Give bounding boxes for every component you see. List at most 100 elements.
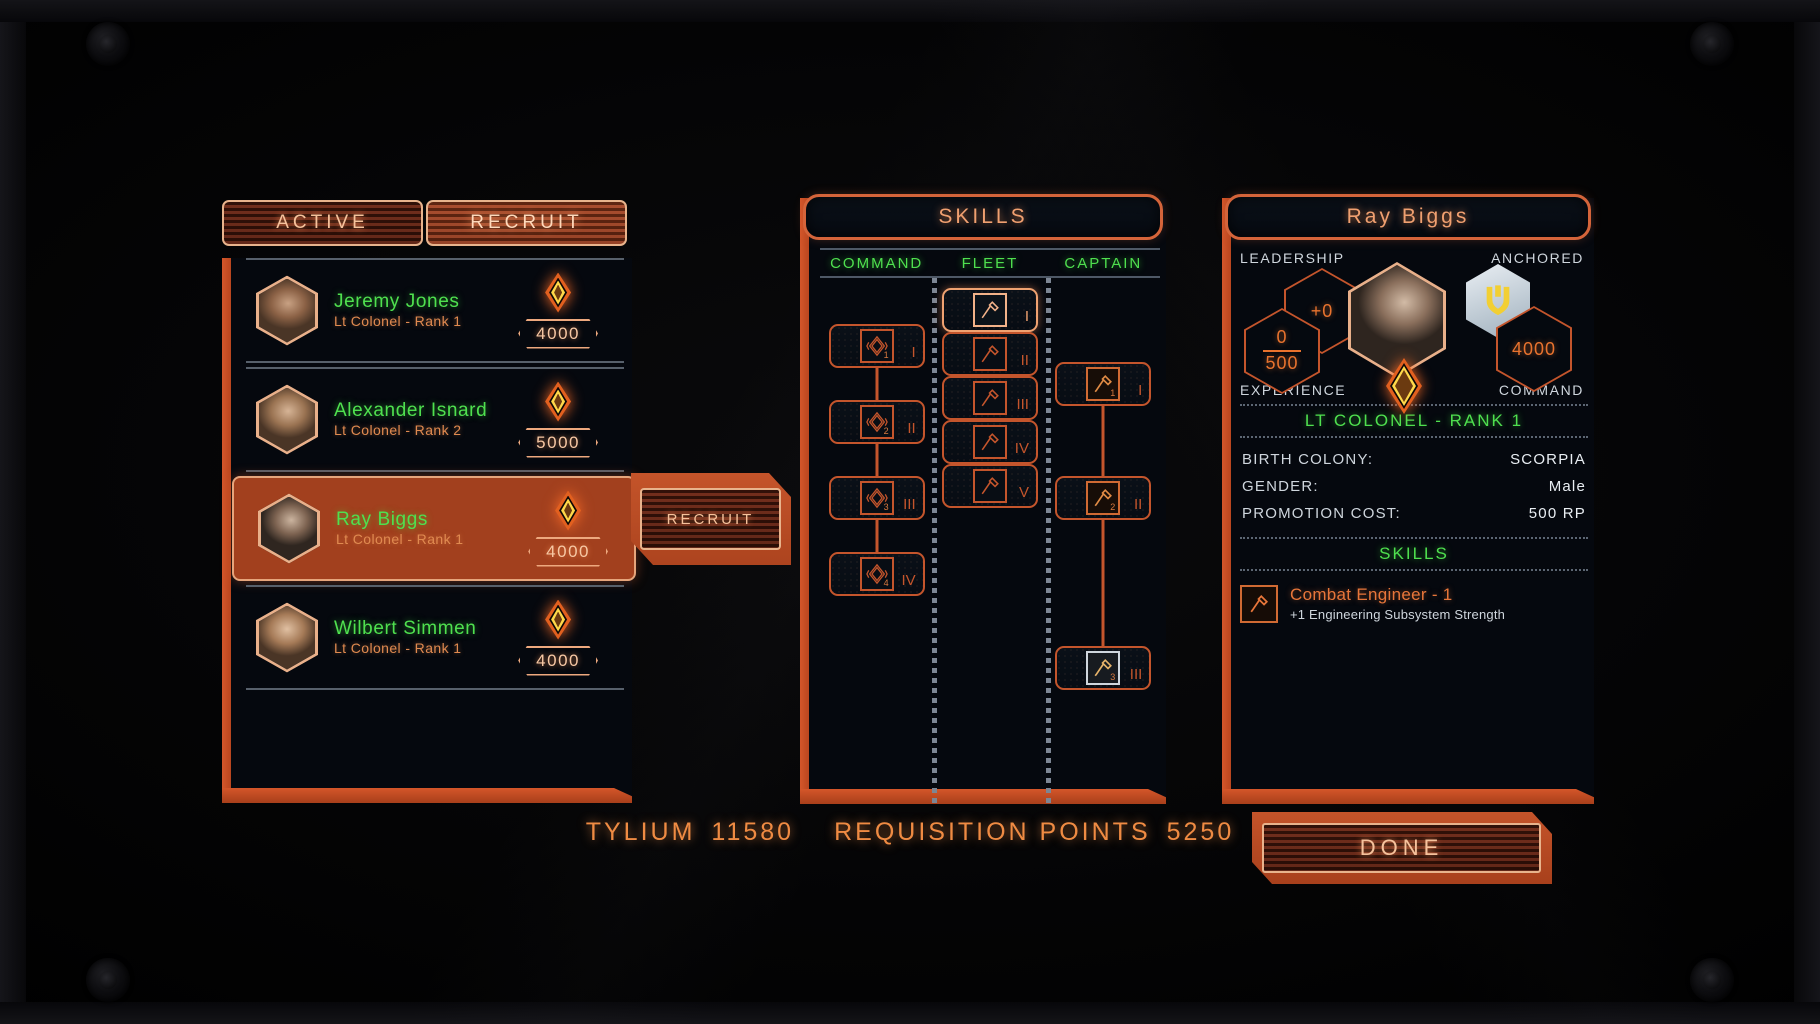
detail-skills-header: SKILLS (1240, 537, 1588, 571)
hammer-icon: 1 (1086, 367, 1121, 401)
leadership-value: +0 (1310, 300, 1334, 321)
skill-node-fleet-3[interactable]: III (941, 376, 1038, 420)
officer-name-header: Ray Biggs (1225, 194, 1591, 240)
officer-hex-stats: LEADERSHIP ANCHORED EXPERIENCE COMMAND +… (1240, 250, 1588, 414)
tab-recruit[interactable]: RECRUIT (426, 200, 627, 246)
skill-level: 2 (1110, 502, 1116, 512)
stat-value: SCORPIA (1510, 451, 1586, 468)
recruit-button-group: RECRUIT (631, 473, 791, 565)
skill-rank-numeral: II (1133, 496, 1143, 513)
requisition-points-label: REQUISITION POINTS (834, 818, 1151, 846)
bezel-edge-right (1794, 0, 1820, 1024)
roster-list: Jeremy Jones Lt Colonel - Rank 1 4000 Al… (232, 258, 636, 694)
skill-node-fleet-5[interactable]: V (941, 464, 1038, 508)
column-header-command: COMMAND (830, 254, 924, 272)
hammer-icon (972, 293, 1007, 327)
skill-rank-numeral: I (911, 344, 916, 361)
experience-current: 0 (1276, 327, 1288, 348)
avatar (258, 493, 320, 564)
officer-name: Wilbert Simmen (334, 618, 477, 640)
hammer-icon (972, 469, 1007, 503)
skill-node-command-2[interactable]: 2 II (828, 400, 925, 444)
hammer-icon: 2 (1086, 481, 1121, 515)
leadership-label: LEADERSHIP (1240, 250, 1345, 266)
bolt-icon (1690, 22, 1734, 66)
officer-rank: Lt Colonel - Rank 1 (334, 312, 462, 329)
skills-panel-header: SKILLS (803, 194, 1163, 240)
skill-node-captain-2[interactable]: 2 II (1055, 476, 1152, 520)
stat-label: PROMOTION COST: (1242, 505, 1401, 522)
skill-level: 1 (883, 350, 889, 360)
stat-label: GENDER: (1242, 478, 1319, 495)
hammer-icon (1240, 585, 1278, 623)
rank-diamond-icon (545, 272, 572, 313)
panel-accent-bottom (1222, 789, 1594, 804)
roster-tabs: ACTIVE RECRUIT (222, 200, 627, 246)
skill-node-fleet-4[interactable]: IV (941, 420, 1038, 464)
hammer-icon: 3 (1086, 651, 1121, 685)
tylium-label: TYLIUM (585, 818, 696, 846)
skill-rank-numeral: I (1024, 308, 1029, 325)
stat-row: GENDER: Male (1240, 473, 1588, 500)
skill-node-command-1[interactable]: 1 I (828, 324, 925, 368)
tab-active[interactable]: ACTIVE (222, 200, 423, 246)
officer-detail-panel: Ray Biggs LEADERSHIP ANCHORED EXPERIENCE… (1222, 194, 1594, 804)
rank-diamond-icon (545, 381, 572, 422)
skill-node-captain-1[interactable]: 1 I (1055, 362, 1152, 406)
officer-detail-body: LEADERSHIP ANCHORED EXPERIENCE COMMAND +… (1240, 250, 1588, 790)
skill-column-captain: 1 I 2 II 3 III (1047, 278, 1160, 803)
hammer-icon (972, 425, 1007, 459)
officer-cost-group: 4000 (528, 490, 608, 567)
rank-diamond-icon (555, 490, 582, 531)
officer-cost: 4000 (518, 646, 598, 676)
bezel-edge-top (0, 0, 1820, 22)
command-diamond-icon: 1 (859, 329, 894, 363)
panel-accent-bottom (222, 788, 632, 803)
skill-rank-numeral: I (1138, 382, 1143, 399)
skill-rank-numeral: III (1129, 666, 1143, 683)
tylium-value: 11580 (711, 818, 795, 846)
experience-max: 500 (1265, 353, 1299, 373)
list-item-selected[interactable]: Ray Biggs Lt Colonel - Rank 1 4000 (232, 476, 636, 581)
list-item[interactable]: Wilbert Simmen Lt Colonel - Rank 1 4000 (246, 585, 624, 690)
skill-node-fleet-2[interactable]: II (941, 332, 1038, 376)
avatar (256, 275, 318, 346)
requisition-points-value: 5250 (1166, 818, 1235, 846)
command-diamond-icon: 3 (859, 481, 894, 515)
list-item[interactable]: Jeremy Jones Lt Colonel - Rank 1 4000 (246, 258, 624, 363)
anchored-label: ANCHORED (1491, 250, 1584, 266)
list-item[interactable]: Alexander Isnard Lt Colonel - Rank 2 500… (246, 367, 624, 472)
officer-name: Jeremy Jones (334, 291, 460, 313)
officer-cost: 4000 (528, 537, 608, 567)
skill-link (1101, 404, 1105, 482)
command-diamond-icon: 2 (859, 405, 894, 439)
skill-node-command-3[interactable]: 3 III (828, 476, 925, 520)
column-header-fleet: FLEET (961, 254, 1019, 272)
experience-fraction: 0 500 (1263, 327, 1301, 374)
skill-node-captain-3[interactable]: 3 III (1055, 646, 1152, 690)
skill-entry[interactable]: Combat Engineer - 1 +1 Engineering Subsy… (1240, 585, 1588, 623)
bolt-icon (86, 958, 130, 1002)
officer-rank: Lt Colonel - Rank 1 (336, 530, 464, 547)
tab-recruit-label: RECRUIT (470, 212, 583, 233)
skill-rank-numeral: II (1020, 352, 1029, 369)
officer-identity: Jeremy Jones Lt Colonel - Rank 1 (334, 292, 461, 329)
officer-identity: Wilbert Simmen Lt Colonel - Rank 1 (334, 619, 476, 656)
recruit-button[interactable]: RECRUIT (640, 488, 781, 550)
bolt-icon (86, 22, 130, 66)
officer-detail-name: Ray Biggs (1346, 205, 1470, 228)
skill-node-fleet-1[interactable]: I (941, 288, 1038, 332)
skill-column-fleet: I II III IV V (933, 278, 1046, 803)
panel-accent-left (800, 198, 809, 804)
resource-bar: TYLIUM 11580 REQUISITION POINTS 5250 (0, 818, 1820, 847)
skill-rank-numeral: III (1016, 396, 1029, 413)
officer-rank: Lt Colonel - Rank 2 (334, 421, 462, 438)
officer-stat-list: BIRTH COLONY: SCORPIA GENDER: Male PROMO… (1240, 446, 1588, 527)
skill-description: +1 Engineering Subsystem Strength (1290, 607, 1506, 622)
skill-level: 3 (1110, 672, 1116, 682)
officer-cost: 4000 (518, 319, 598, 349)
skill-node-command-4[interactable]: 4 IV (828, 552, 925, 596)
stat-row: PROMOTION COST: 500 RP (1240, 500, 1588, 527)
skill-rank-numeral: IV (1014, 440, 1029, 457)
stat-row: BIRTH COLONY: SCORPIA (1240, 446, 1588, 473)
